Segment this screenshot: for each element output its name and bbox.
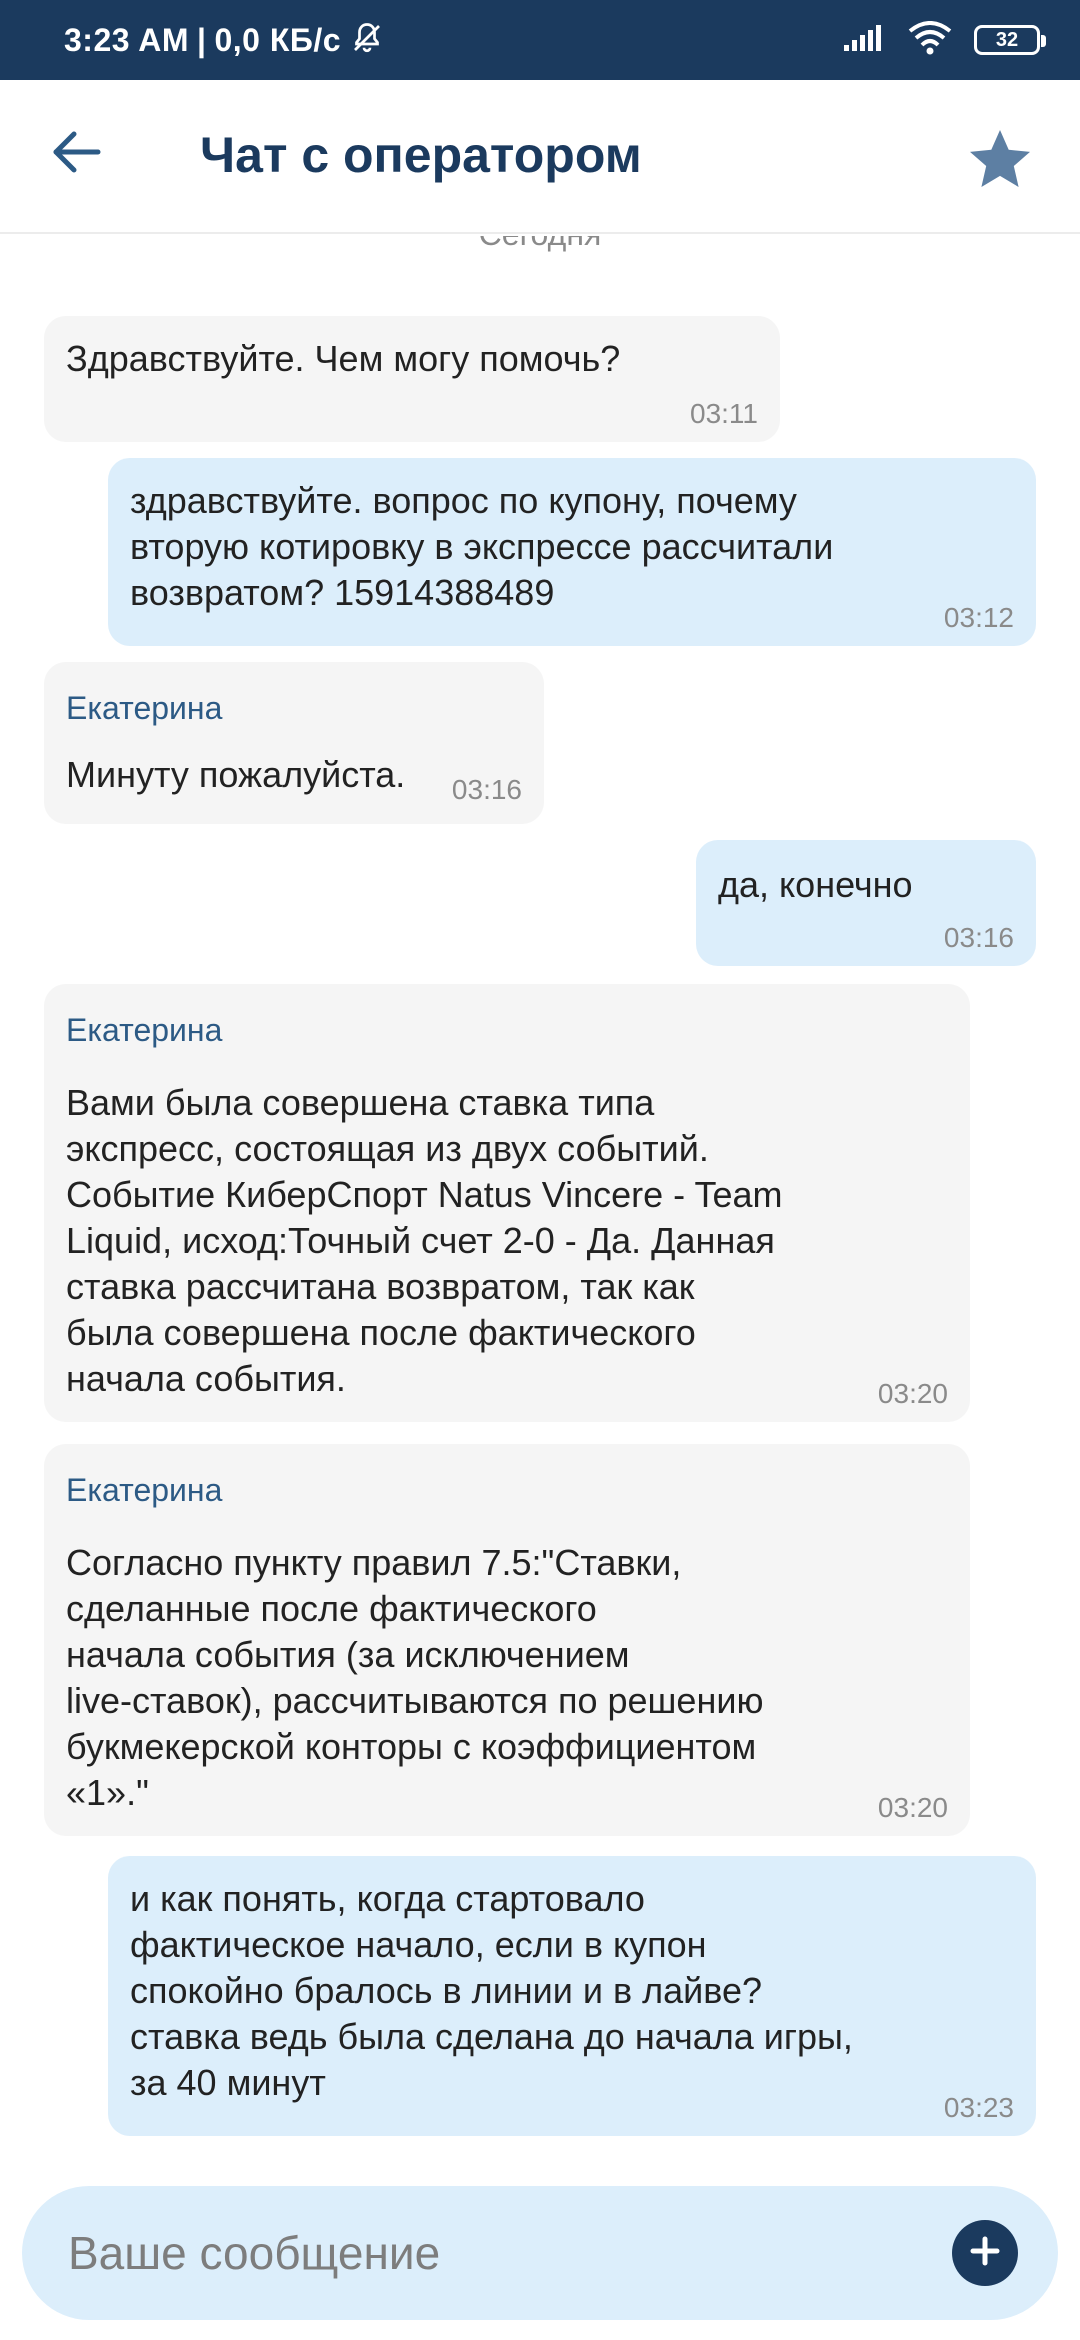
message-time: 03:23 <box>943 2092 1014 2123</box>
status-time: 3:23 AM <box>64 21 190 58</box>
add-attachment-button[interactable] <box>952 2220 1018 2286</box>
arrow-left-icon <box>50 126 102 183</box>
message-input[interactable] <box>66 2225 952 2281</box>
message-bubble[interactable]: Здравствуйте. Чем могу помочь? 03:11 <box>44 316 780 442</box>
message-bubble[interactable]: здравствуйте. вопрос по купону, почему в… <box>108 458 1036 646</box>
message-bubble[interactable]: Екатерина Согласно пункту правил 7.5:"Ст… <box>44 1444 970 1836</box>
favorite-button[interactable] <box>960 122 1040 202</box>
message-text: да, конечно <box>718 864 913 905</box>
battery-icon: 32 <box>974 25 1046 55</box>
battery-level: 32 <box>995 28 1019 51</box>
message-composer <box>22 2186 1058 2320</box>
star-icon <box>964 124 1036 201</box>
message-text: Согласно пункту правил 7.5:"Ставки, сдел… <box>66 1542 764 1813</box>
message-text: Вами была совершена ставка типа экспресс… <box>66 1082 783 1399</box>
status-separator: | <box>197 21 207 58</box>
back-button[interactable] <box>44 122 108 186</box>
sender-name: Екатерина <box>66 1012 223 1048</box>
signal-icon <box>844 23 886 58</box>
message-bubble[interactable]: Екатерина Минуту пожалуйста. 03:16 <box>44 662 544 824</box>
dnd-off-icon <box>349 20 385 61</box>
status-right: 32 <box>844 20 1046 60</box>
message-time: 03:20 <box>877 1378 948 1409</box>
message-time: 03:16 <box>943 922 1014 953</box>
message-text: и как понять, когда стартовало фактическ… <box>130 1878 853 2103</box>
message-bubble[interactable]: Екатерина Вами была совершена ставка тип… <box>44 984 970 1422</box>
message-bubble[interactable]: да, конечно 03:16 <box>696 840 1036 966</box>
message-text: здравствуйте. вопрос по купону, почему в… <box>130 480 834 613</box>
message-text: Здравствуйте. Чем могу помочь? <box>66 338 621 379</box>
sender-name: Екатерина <box>66 1472 223 1508</box>
plus-icon <box>965 2231 1005 2276</box>
status-bar: 3:23 AM | 0,0 КБ/с 32 <box>0 0 1080 80</box>
sender-name: Екатерина <box>66 690 223 726</box>
message-bubble[interactable]: и как понять, когда стартовало фактическ… <box>108 1856 1036 2136</box>
wifi-icon <box>908 20 952 60</box>
date-divider: Сегодня <box>0 236 1080 253</box>
page-title: Чат с оператором <box>200 127 642 183</box>
message-time: 03:12 <box>943 602 1014 633</box>
message-time: 03:11 <box>690 398 758 429</box>
message-time: 03:20 <box>877 1792 948 1823</box>
chat-area[interactable]: Сегодня Здравствуйте. Чем могу помочь? 0… <box>0 236 1080 2176</box>
status-left: 3:23 AM | 0,0 КБ/с <box>64 20 385 61</box>
app-header: Чат с оператором <box>0 80 1080 234</box>
network-speed: 0,0 КБ/с <box>214 21 342 58</box>
message-time: 03:16 <box>451 774 522 805</box>
